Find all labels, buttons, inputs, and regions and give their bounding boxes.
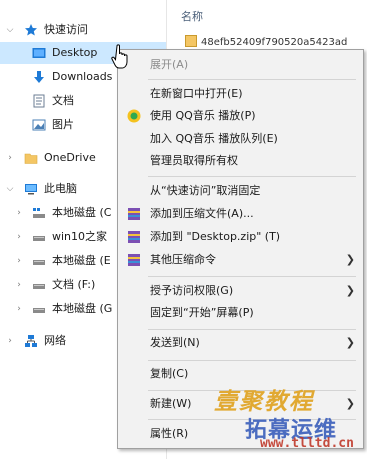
nav-label: win10之家	[52, 230, 108, 243]
chevron-right-icon[interactable]: ›	[14, 298, 24, 320]
archive-icon	[128, 231, 140, 243]
chevron-right-icon[interactable]: ›	[5, 147, 15, 169]
windows-drive-icon	[33, 208, 45, 218]
nav-label: 文档 (F:)	[52, 278, 96, 291]
chevron-down-icon[interactable]: ⌵	[5, 19, 15, 41]
file-name: 48efb52409f790520a5423ad	[201, 37, 348, 48]
submenu-arrow-icon: ❯	[345, 397, 355, 410]
nav-label: 文档	[52, 94, 74, 107]
menu-item-other-compress[interactable]: 其他压缩命令 ❯	[118, 249, 363, 271]
nav-label: 此电脑	[44, 182, 77, 195]
drive-icon	[33, 236, 45, 241]
chevron-down-icon[interactable]: ⌵	[5, 178, 15, 200]
watermark-text: 壹聚教程	[214, 389, 314, 415]
column-header-name[interactable]: 名称	[181, 8, 203, 24]
submenu-arrow-icon: ❯	[345, 253, 355, 266]
menu-item-label: 在新窗口中打开(E)	[150, 87, 243, 100]
menu-item-add-archive[interactable]: 添加到压缩文件(A)...	[118, 203, 363, 225]
menu-item-unpin-quick-access[interactable]: 从“快速访问”取消固定	[118, 180, 363, 202]
submenu-arrow-icon: ❯	[345, 336, 355, 349]
nav-item-quick-access[interactable]: ⌵ 快速访问	[0, 19, 166, 41]
menu-item-label: 其他压缩命令	[150, 253, 216, 266]
hand-cursor-icon	[111, 44, 128, 69]
menu-item-label: 添加到 "Desktop.zip" (T)	[150, 230, 281, 243]
nav-label: OneDrive	[44, 151, 96, 164]
menu-item-label: 使用 QQ音乐 播放(P)	[150, 109, 256, 122]
drive-icon	[33, 260, 45, 265]
chevron-right-icon[interactable]: ›	[14, 250, 24, 272]
menu-item-qq-play[interactable]: 使用 QQ音乐 播放(P)	[118, 105, 363, 127]
menu-item-grant-access[interactable]: 授予访问权限(G) ❯	[118, 280, 363, 302]
submenu-arrow-icon: ❯	[345, 284, 355, 297]
chevron-right-icon[interactable]: ›	[14, 226, 24, 248]
nav-label: Desktop	[52, 46, 98, 59]
menu-item-label: 从“快速访问”取消固定	[150, 184, 261, 197]
menu-item-open-new-window[interactable]: 在新窗口中打开(E)	[118, 83, 363, 105]
menu-item-label: 复制(C)	[150, 367, 189, 380]
nav-label: Downloads	[52, 70, 113, 83]
menu-item-label: 发送到(N)	[150, 336, 200, 349]
menu-item-label: 添加到压缩文件(A)...	[150, 207, 254, 220]
network-icon	[25, 335, 37, 347]
menu-item-pin-start[interactable]: 固定到“开始”屏幕(P)	[118, 302, 363, 324]
menu-item-label: 管理员取得所有权	[150, 154, 238, 167]
archive-icon	[128, 254, 140, 266]
menu-item-add-zip[interactable]: 添加到 "Desktop.zip" (T)	[118, 226, 363, 248]
menu-item-qq-queue[interactable]: 加入 QQ音乐 播放队列(E)	[118, 128, 363, 150]
nav-label: 本地磁盘 (G	[52, 302, 113, 315]
download-arrow-icon	[34, 71, 44, 83]
chevron-right-icon[interactable]: ›	[5, 330, 15, 352]
menu-separator	[148, 276, 356, 277]
watermark-url: www.tlltd.cn	[260, 436, 354, 451]
menu-item-admin-ownership[interactable]: 管理员取得所有权	[118, 150, 363, 172]
menu-item-send-to[interactable]: 发送到(N) ❯	[118, 332, 363, 354]
star-icon	[25, 24, 37, 36]
menu-item-label: 展开(A)	[150, 58, 189, 71]
qq-music-icon	[127, 109, 141, 123]
image-file-icon	[185, 35, 197, 47]
menu-separator	[148, 329, 356, 330]
menu-item-label: 授予访问权限(G)	[150, 284, 234, 297]
nav-label: 本地磁盘 (E	[52, 254, 111, 267]
nav-label: 图片	[52, 118, 74, 131]
menu-item-label: 属性(R)	[150, 427, 189, 440]
menu-separator	[148, 79, 356, 80]
menu-separator	[148, 176, 356, 177]
folder-icon	[24, 153, 38, 164]
chevron-right-icon[interactable]: ›	[14, 202, 24, 224]
menu-separator	[148, 360, 356, 361]
drive-icon	[33, 284, 45, 289]
nav-label: 快速访问	[44, 23, 88, 36]
drive-icon	[33, 308, 45, 313]
nav-label: 网络	[44, 334, 66, 347]
picture-icon	[32, 119, 46, 131]
chevron-right-icon[interactable]: ›	[14, 274, 24, 296]
menu-item-expand[interactable]: 展开(A)	[118, 54, 363, 76]
archive-icon	[128, 208, 140, 220]
menu-item-label: 加入 QQ音乐 播放队列(E)	[150, 132, 278, 145]
menu-item-label: 新建(W)	[150, 397, 192, 410]
computer-icon	[25, 184, 37, 195]
menu-item-label: 固定到“开始”屏幕(P)	[150, 306, 254, 319]
document-icon	[33, 94, 45, 108]
desktop-folder-icon	[32, 48, 46, 58]
nav-label: 本地磁盘 (C	[52, 206, 112, 219]
